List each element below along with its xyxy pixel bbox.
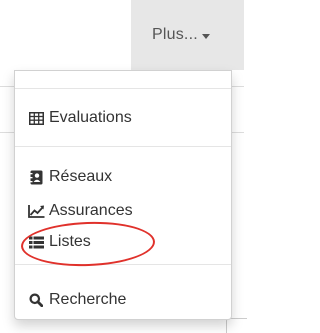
list-icon bbox=[27, 234, 45, 250]
search-icon bbox=[27, 292, 45, 308]
line-chart-icon bbox=[27, 203, 45, 219]
table-icon bbox=[27, 110, 45, 126]
caret-down-icon bbox=[201, 33, 210, 39]
menu-item-reseaux[interactable]: Réseaux bbox=[15, 165, 231, 189]
contact-card-icon bbox=[27, 169, 45, 185]
more-dropdown-menu: Evaluations Réseaux Assurances Listes Re… bbox=[14, 70, 232, 320]
menu-divider bbox=[15, 88, 231, 89]
menu-item-label: Listes bbox=[49, 233, 91, 250]
menu-item-label: Evaluations bbox=[49, 109, 132, 126]
menu-item-assurances[interactable]: Assurances bbox=[15, 199, 231, 223]
background-button-edge bbox=[226, 318, 247, 333]
menu-divider bbox=[15, 146, 231, 147]
menu-item-recherche[interactable]: Recherche bbox=[15, 288, 231, 312]
menu-divider bbox=[15, 264, 231, 265]
more-menu-toggle[interactable]: Plus... bbox=[131, 0, 244, 70]
menu-item-label: Recherche bbox=[49, 291, 127, 308]
menu-item-label: Réseaux bbox=[49, 168, 113, 185]
menu-item-listes[interactable]: Listes bbox=[15, 230, 231, 254]
menu-item-evaluations[interactable]: Evaluations bbox=[15, 106, 231, 130]
more-menu-label: Plus... bbox=[152, 26, 198, 43]
menu-item-label: Assurances bbox=[49, 202, 133, 219]
